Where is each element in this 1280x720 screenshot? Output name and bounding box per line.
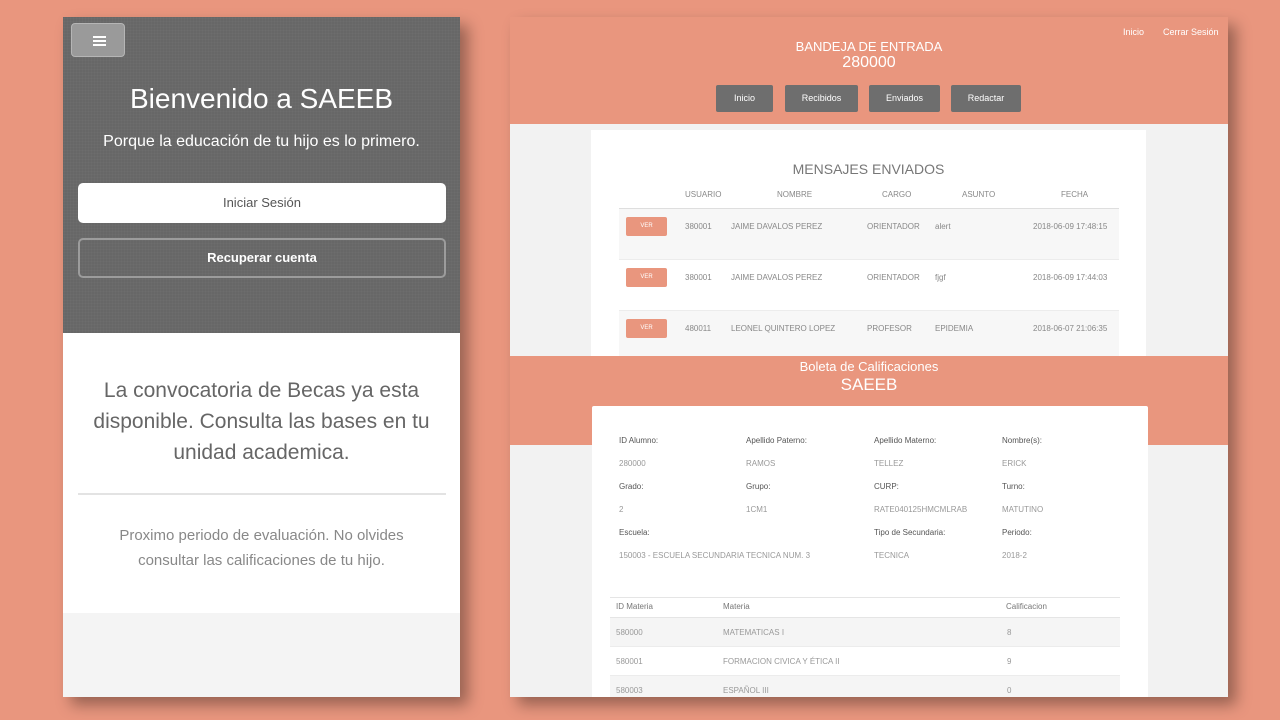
message-row[interactable]: VER 480011 LEONEL QUINTERO LOPEZ PROFESO… — [619, 311, 1119, 362]
curp-label: CURP: — [874, 482, 899, 491]
nav-logout-link[interactable]: Cerrar Sesión — [1163, 27, 1219, 37]
school-value: 150003 - ESCUELA SECUNDARIA TECNICA NUM.… — [619, 551, 811, 560]
row-grade: 8 — [1007, 628, 1012, 637]
view-message-button[interactable]: VER — [626, 268, 667, 287]
row-date: 2018-06-09 17:44:03 — [1033, 273, 1108, 282]
school-label: Escuela: — [619, 528, 650, 537]
row-subject: FORMACION CIVICA Y ÉTICA II — [723, 657, 840, 666]
grade-report-subtitle: SAEEB — [840, 375, 898, 394]
shift-label: Turno: — [1002, 482, 1025, 491]
row-subject-id: 580000 — [616, 628, 643, 637]
grade-value: 2 — [619, 505, 624, 514]
paternal-label: Apellido Paterno: — [746, 436, 807, 445]
home-button[interactable]: Inicio — [716, 85, 773, 112]
row-name: JAIME DAVALOS PEREZ — [731, 273, 823, 282]
welcome-subtitle: Porque la educación de tu hijo es lo pri… — [103, 133, 420, 150]
recover-account-button[interactable]: Recuperar cuenta — [78, 238, 446, 278]
login-button[interactable]: Iniciar Sesión — [78, 183, 446, 223]
grades-table-top-line — [610, 597, 1120, 598]
grade-row: 580001 FORMACION CIVICA Y ÉTICA II 9 — [610, 647, 1120, 676]
menu-toggle-button[interactable] — [71, 23, 125, 57]
nav-home-link[interactable]: Inicio — [1123, 27, 1144, 37]
row-date: 2018-06-07 21:06:35 — [1033, 324, 1108, 333]
column-header-subject: Materia — [723, 602, 750, 611]
row-grade: 9 — [1007, 657, 1012, 666]
row-role: ORIENTADOR — [867, 273, 920, 282]
welcome-title: Bienvenido a SAEEB — [129, 83, 394, 114]
column-header-subject-id: ID Materia — [616, 602, 653, 611]
received-button[interactable]: Recibidos — [785, 85, 858, 112]
group-value: 1CM1 — [746, 505, 768, 514]
sent-messages-card: MENSAJES ENVIADOS USUARIO NOMBRE CARGO A… — [591, 130, 1146, 362]
period-label: Periodo: — [1002, 528, 1032, 537]
row-user: 480011 — [685, 324, 712, 333]
row-role: PROFESOR — [867, 324, 912, 333]
row-subject: fjgf — [935, 273, 946, 282]
row-subject-id: 580003 — [616, 686, 643, 695]
grade-row: 580000 MATEMATICAS I 8 — [610, 618, 1120, 647]
evaluation-notice: Proximo periodo de evaluación. No olvide… — [119, 527, 404, 569]
names-value: ERICK — [1002, 459, 1027, 468]
desktop-window: Inicio Cerrar Sesión BANDEJA DE ENTRADA … — [510, 17, 1228, 697]
row-subject: alert — [935, 222, 951, 231]
period-value: 2018-2 — [1002, 551, 1027, 560]
group-label: Grupo: — [746, 482, 771, 491]
grade-row: 580003 ESPAÑOL III 0 — [610, 676, 1120, 697]
row-subject: MATEMATICAS I — [723, 628, 785, 637]
paternal-value: RAMOS — [746, 459, 776, 468]
row-user: 380001 — [685, 273, 712, 282]
view-message-button[interactable]: VER — [626, 217, 667, 236]
shift-value: MATUTINO — [1002, 505, 1044, 514]
inbox-title: BANDEJA DE ENTRADA — [795, 39, 943, 54]
school-type-value: TECNICA — [874, 551, 910, 560]
mobile-landing-panel: Bienvenido a SAEEB Porque la educación d… — [63, 17, 460, 697]
student-id-value: 280000 — [619, 459, 646, 468]
maternal-label: Apellido Materno: — [874, 436, 937, 445]
column-header-user: USUARIO — [685, 190, 722, 199]
row-subject-id: 580001 — [616, 657, 643, 666]
row-name: JAIME DAVALOS PEREZ — [731, 222, 823, 231]
message-row[interactable]: VER 380001 JAIME DAVALOS PEREZ ORIENTADO… — [619, 260, 1119, 311]
compose-button[interactable]: Redactar — [951, 85, 1021, 112]
row-subject: EPIDEMIA — [935, 324, 974, 333]
sent-messages-title: MENSAJES ENVIADOS — [792, 161, 945, 177]
hero-section: Bienvenido a SAEEB Porque la educación d… — [63, 17, 460, 333]
school-type-label: Tipo de Secundaria: — [874, 528, 946, 537]
row-subject: ESPAÑOL III — [723, 686, 769, 695]
grade-report-card: ID Alumno: Apellido Paterno: Apellido Ma… — [592, 406, 1148, 697]
grade-report-title: Boleta de Calificaciones — [799, 359, 939, 374]
view-message-button[interactable]: VER — [626, 319, 667, 338]
scholarship-announcement: La convocatoria de Becas ya esta disponi… — [93, 379, 430, 464]
row-name: LEONEL QUINTERO LOPEZ — [731, 324, 836, 333]
inbox-header: Inicio Cerrar Sesión BANDEJA DE ENTRADA … — [510, 17, 1228, 124]
column-header-name: NOMBRE — [777, 190, 813, 199]
column-header-role: CARGO — [882, 190, 912, 199]
names-label: Nombre(s): — [1002, 436, 1043, 445]
row-role: ORIENTADOR — [867, 222, 920, 231]
inbox-user-id: 280000 — [842, 54, 896, 71]
column-header-grade: Calificacion — [1006, 602, 1047, 611]
column-header-date: FECHA — [1061, 190, 1089, 199]
curp-value: RATE040125HMCMLRAB — [874, 505, 968, 514]
grade-report-section: Boleta de Calificaciones SAEEB ID Alumno… — [510, 356, 1228, 697]
sent-button[interactable]: Enviados — [869, 85, 940, 112]
maternal-value: TELLEZ — [874, 459, 904, 468]
row-grade: 0 — [1007, 686, 1012, 695]
grade-label: Grado: — [619, 482, 644, 491]
row-date: 2018-06-09 17:48:15 — [1033, 222, 1108, 231]
row-user: 380001 — [685, 222, 712, 231]
message-row[interactable]: VER 380001 JAIME DAVALOS PEREZ ORIENTADO… — [619, 209, 1119, 260]
announcements-section: La convocatoria de Becas ya esta disponi… — [63, 333, 460, 613]
divider — [78, 493, 446, 495]
column-header-subject: ASUNTO — [962, 190, 996, 199]
student-id-label: ID Alumno: — [619, 436, 659, 445]
